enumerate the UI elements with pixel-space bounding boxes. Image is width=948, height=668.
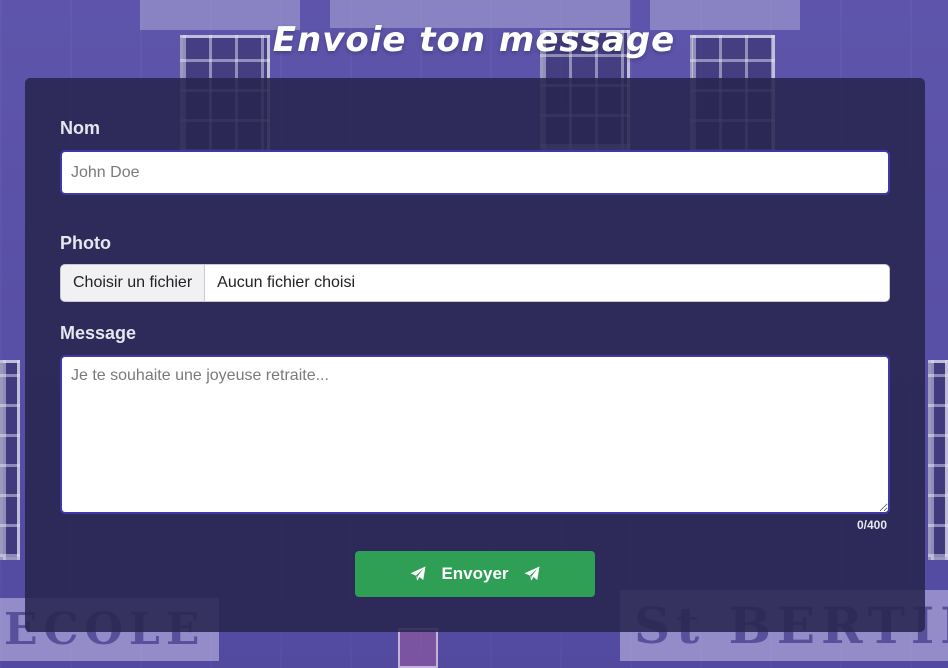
send-button[interactable]: Envoyer	[355, 551, 595, 597]
page-title: Envoie ton message	[272, 20, 676, 60]
message-textarea[interactable]	[60, 355, 890, 514]
photo-label: Photo	[60, 233, 111, 253]
file-status: Aucun fichier choisi	[217, 274, 355, 291]
crest-icon	[398, 628, 438, 668]
character-counter: 0/400	[856, 518, 887, 532]
paper-plane-icon	[410, 566, 426, 581]
paper-plane-icon	[524, 566, 540, 581]
message-label: Message	[60, 323, 137, 343]
background-window	[928, 360, 948, 560]
photo-file-input[interactable]: Choisir un fichier Aucun fichier choisi	[60, 264, 890, 302]
background-window	[0, 360, 20, 560]
message-form: Nom Photo Choisir un fichier Aucun fichi…	[25, 78, 925, 632]
send-button-label: Envoyer	[441, 564, 509, 583]
choose-file-button[interactable]: Choisir un fichier	[61, 265, 206, 301]
name-label: Nom	[60, 118, 100, 138]
name-input[interactable]	[60, 150, 890, 195]
